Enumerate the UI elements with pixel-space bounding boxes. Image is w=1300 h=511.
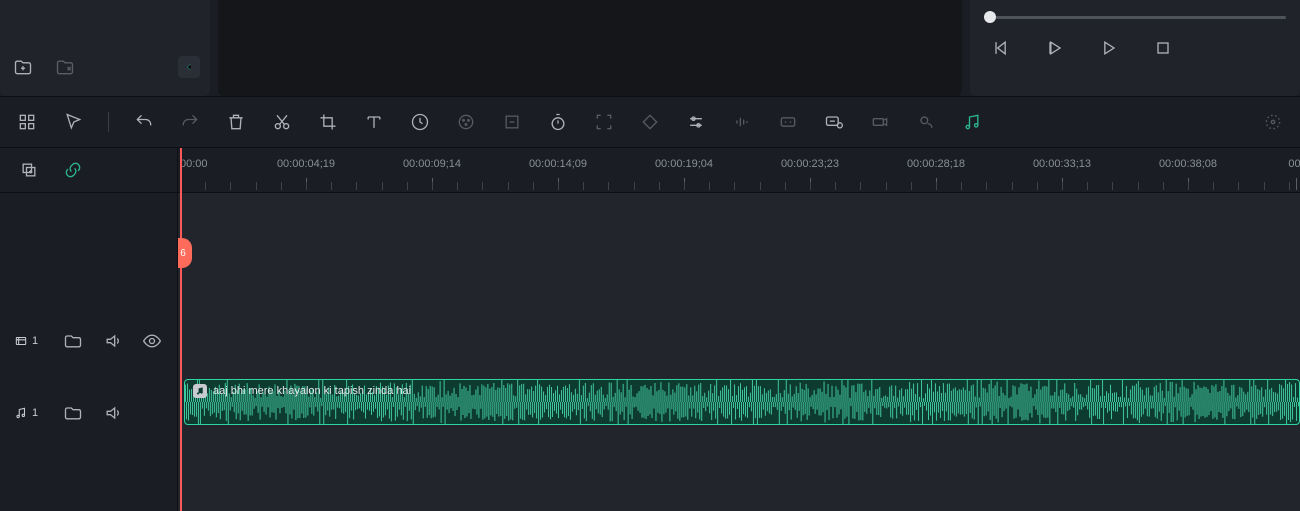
ruler-label: 00:00:19;04 (655, 158, 713, 170)
mute-icon[interactable] (102, 402, 124, 424)
ruler-label: 00:00:38;08 (1159, 158, 1217, 170)
color-icon[interactable] (455, 111, 477, 133)
ruler-label: 00:00:33;13 (1033, 158, 1091, 170)
add-track-icon[interactable] (18, 159, 40, 181)
playhead-flag[interactable]: 6 (178, 238, 192, 268)
audio-track-lane[interactable]: aaj bhi mere khayalon ki tapish zinda ha… (178, 377, 1300, 427)
undo-icon[interactable] (133, 111, 155, 133)
media-bin-panel (0, 0, 210, 96)
speed-icon[interactable] (409, 111, 431, 133)
ruler-label: 00:00:04;19 (277, 158, 335, 170)
ruler-label: 00:00:09;14 (403, 158, 461, 170)
folder-icon[interactable] (62, 330, 84, 352)
visibility-icon[interactable] (141, 330, 163, 352)
focus-icon[interactable] (593, 111, 615, 133)
video-track-label: 1 (14, 334, 44, 348)
audio-clip-title: aaj bhi mere khayalon ki tapish zinda ha… (213, 385, 411, 397)
subtitle-icon[interactable] (823, 111, 845, 133)
remove-folder-icon[interactable] (54, 56, 76, 78)
video-track-lane[interactable] (178, 321, 1300, 367)
redo-icon[interactable] (179, 111, 201, 133)
audio-clip[interactable]: aaj bhi mere khayalon ki tapish zinda ha… (184, 379, 1300, 425)
timer-icon[interactable] (547, 111, 569, 133)
keyframe-icon[interactable] (639, 111, 661, 133)
playback-panel (970, 0, 1300, 96)
scrub-thumb[interactable] (984, 11, 996, 23)
record-icon[interactable] (869, 111, 891, 133)
panel-collapse-button[interactable] (178, 56, 200, 78)
track-headers: 1 1 (0, 148, 178, 511)
ruler-label: 00:00 (180, 158, 208, 170)
voice-icon[interactable] (915, 111, 937, 133)
next-frame-button[interactable] (1098, 37, 1120, 59)
video-track-header: 1 (0, 321, 177, 361)
audio-mixer-icon[interactable] (731, 111, 753, 133)
adjust-icon[interactable] (685, 111, 707, 133)
new-folder-icon[interactable] (12, 56, 34, 78)
preview-panel (218, 0, 962, 96)
settings-ring-icon[interactable] (1262, 111, 1284, 133)
folder-icon[interactable] (62, 402, 84, 424)
ruler-label: 00:00:14;09 (529, 158, 587, 170)
text-icon[interactable] (363, 111, 385, 133)
mute-icon[interactable] (102, 330, 124, 352)
stop-button[interactable] (1152, 37, 1174, 59)
grid-icon[interactable] (16, 111, 38, 133)
cut-icon[interactable] (271, 111, 293, 133)
delete-icon[interactable] (225, 111, 247, 133)
select-tool-icon[interactable] (62, 111, 84, 133)
audio-track-label: 1 (14, 406, 44, 420)
audio-track-header: 1 (0, 393, 177, 433)
playhead[interactable] (180, 148, 182, 511)
music-icon[interactable] (961, 111, 983, 133)
caption-icon[interactable] (777, 111, 799, 133)
ruler-label: 00: (1288, 158, 1300, 170)
link-icon[interactable] (62, 159, 84, 181)
prev-frame-button[interactable] (990, 37, 1012, 59)
timeline-toolbar (0, 96, 1300, 148)
scrub-bar[interactable] (984, 10, 1286, 19)
play-button[interactable] (1044, 37, 1066, 59)
ruler-label: 00:00:28;18 (907, 158, 965, 170)
ruler-label: 00:00:23;23 (781, 158, 839, 170)
transform-icon[interactable] (501, 111, 523, 133)
crop-icon[interactable] (317, 111, 339, 133)
timeline-body[interactable]: 00:00 00:00:04;19 00:00:09;14 00:00:14;09 00… (178, 148, 1300, 511)
separator (108, 112, 109, 132)
music-note-icon (193, 384, 207, 398)
time-ruler[interactable]: 00:00 00:00:04;19 00:00:09;14 00:00:14;09 00… (178, 148, 1300, 193)
